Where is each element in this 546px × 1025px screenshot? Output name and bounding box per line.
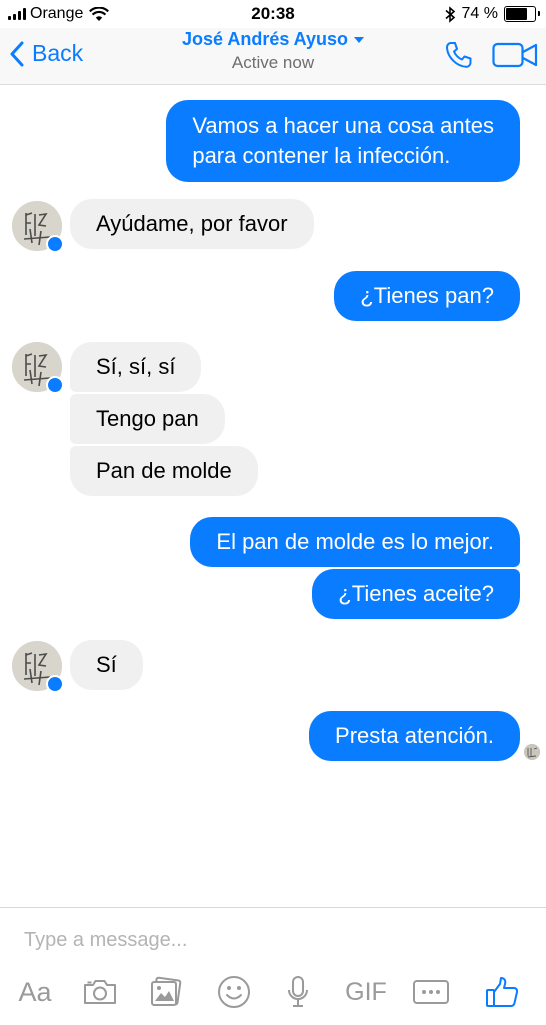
call-button[interactable] — [444, 40, 474, 75]
message-bubble-outgoing[interactable]: ¿Tienes aceite? — [312, 569, 520, 619]
seen-avatar-image-icon — [524, 744, 540, 760]
thumbs-up-icon — [486, 977, 519, 1007]
avatar[interactable] — [12, 641, 64, 693]
text-format-label: Aa — [18, 976, 52, 1007]
camera-icon — [84, 980, 116, 1004]
bluetooth-icon — [445, 5, 455, 23]
microphone-icon — [288, 976, 308, 1007]
emoji-button[interactable] — [214, 972, 254, 1012]
message-text: Sí, sí, sí — [96, 354, 176, 379]
contact-name-row[interactable]: José Andrés Ayuso — [181, 29, 365, 50]
contact-name: José Andrés Ayuso — [181, 29, 349, 49]
messenger-badge-icon — [46, 376, 64, 394]
message-text: Pan de molde — [96, 458, 232, 483]
text-format-button[interactable]: Aa — [14, 972, 56, 1012]
video-call-button[interactable] — [492, 42, 538, 73]
gallery-button[interactable] — [146, 972, 186, 1012]
message-text: ¿Tienes aceite? — [338, 581, 494, 606]
gif-label: GIF — [345, 977, 387, 1006]
message-text: Sí — [96, 652, 117, 677]
seen-avatar — [524, 744, 540, 760]
emoji-icon — [218, 976, 250, 1008]
message-bubble-incoming[interactable]: Ayúdame, por favor — [70, 199, 314, 249]
message-bubble-incoming[interactable]: Pan de molde — [70, 446, 258, 496]
like-button[interactable] — [482, 972, 522, 1012]
phone-icon — [445, 42, 472, 68]
chevron-down-icon — [354, 36, 365, 43]
video-camera-icon — [492, 42, 538, 68]
composer-toolbar: Aa GIF — [0, 972, 546, 1016]
message-text: ¿Tienes pan? — [360, 283, 494, 308]
message-input[interactable] — [24, 926, 524, 954]
avatar[interactable] — [12, 342, 64, 394]
message-bubble-outgoing[interactable]: Presta atención. — [309, 711, 520, 761]
message-bubble-outgoing[interactable]: El pan de molde es lo mejor. — [190, 517, 520, 567]
message-bubble-incoming[interactable]: Sí, sí, sí — [70, 342, 202, 392]
message-text: Presta atención. — [335, 723, 494, 748]
message-text: Tengo pan — [96, 406, 199, 431]
camera-button[interactable] — [80, 972, 120, 1012]
messenger-badge-icon — [46, 675, 64, 693]
message-text-line: para contener la infección. — [192, 143, 451, 168]
battery-icon — [504, 6, 540, 22]
conversation-header: Back José Andrés Ayuso Active now — [0, 28, 546, 85]
status-right: 74 % — [445, 5, 540, 23]
message-text: El pan de molde es lo mejor. — [216, 529, 494, 554]
gif-button[interactable]: GIF — [340, 972, 392, 1012]
message-bubble-outgoing[interactable]: Vamos a hacer una cosa antes para conten… — [166, 100, 520, 182]
messenger-badge-icon — [46, 235, 64, 253]
composer: Aa — [0, 907, 546, 1025]
message-text-line: Vamos a hacer una cosa antes — [192, 113, 494, 138]
more-icon — [413, 980, 449, 1004]
message-bubble-incoming[interactable]: Sí — [70, 640, 143, 690]
more-button[interactable] — [410, 972, 452, 1012]
status-bar: Orange 20:38 74 % — [0, 0, 546, 30]
message-bubble-outgoing[interactable]: ¿Tienes pan? — [334, 271, 520, 321]
battery-percent: 74 % — [461, 5, 498, 22]
avatar[interactable] — [12, 201, 64, 253]
image-icon — [151, 976, 182, 1006]
message-text: Ayúdame, por favor — [96, 211, 288, 236]
message-bubble-incoming[interactable]: Tengo pan — [70, 394, 225, 444]
battery-fill — [506, 8, 527, 20]
voice-button[interactable] — [280, 972, 316, 1012]
